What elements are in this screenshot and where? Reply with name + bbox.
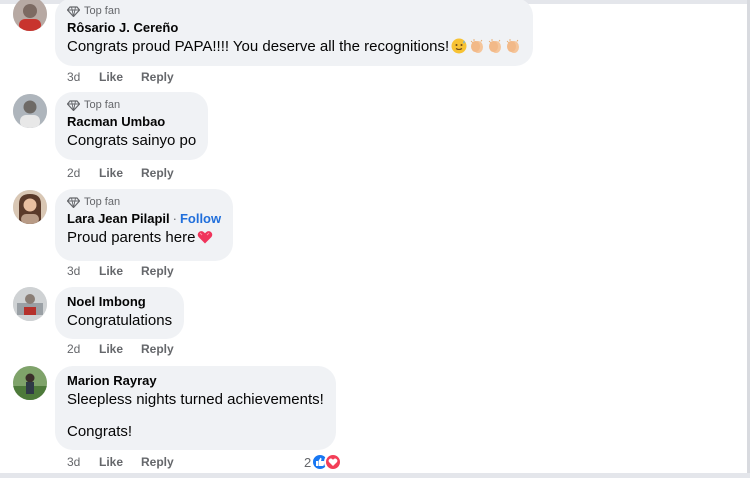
comment-text-line-2: Congrats! [67,423,133,440]
reply-button[interactable]: Reply [141,264,174,278]
heart-emoji-icon [198,231,213,244]
comment-actions: 2d Like Reply [67,342,174,356]
avatar[interactable] [13,287,47,321]
diamond-icon [67,196,80,208]
avatar[interactable] [13,366,47,400]
clapping-hands-emoji-icon [470,39,484,53]
avatar[interactable] [13,0,47,31]
timestamp[interactable]: 3d [67,264,99,278]
like-button[interactable]: Like [99,342,141,356]
badge-label: Top fan [84,99,121,111]
comment-text: Sleepless nights turned achievements! [67,391,324,408]
clapping-hands-emoji-icon [488,39,502,53]
timestamp[interactable]: 3d [67,455,99,469]
top-fan-badge: Top fan [67,4,521,18]
comment-text: Congrats proud PAPA!!!! You deserve all … [67,38,450,55]
comment-bubble: Noel Imbong Congratulations [55,287,185,339]
badge-label: Top fan [84,5,121,17]
top-fan-badge: Top fan [67,195,221,209]
reply-button[interactable]: Reply [141,342,174,356]
like-button[interactable]: Like [99,264,141,278]
separator: · [172,211,177,226]
love-icon [324,453,343,471]
avatar[interactable] [13,190,47,224]
reply-button[interactable]: Reply [141,455,174,469]
badge-label: Top fan [84,196,121,208]
reply-button[interactable]: Reply [141,70,174,84]
comment-actions: 3d Like Reply [67,264,174,278]
comment-bubble: Top fan Racman Umbao Congrats sainyo po [55,92,209,160]
commenter-name[interactable]: Racman Umbao [67,114,165,129]
comment-bubble: Top fan Rôsario J. Cereño Congrats proud… [55,0,534,66]
commenter-name[interactable]: Noel Imbong [67,294,146,309]
timestamp[interactable]: 2d [67,342,99,356]
reaction-count: 2 [304,454,312,470]
timestamp[interactable]: 2d [67,166,99,180]
comment-bubble: Top fan Lara Jean Pilapil · Follow Proud p… [55,189,234,261]
top-fan-badge: Top fan [67,98,196,112]
comment-text: Proud parents here [67,229,196,246]
commenter-name[interactable]: Rôsario J. Cereño [67,20,178,35]
follow-button[interactable]: Follow [180,211,221,226]
like-button[interactable]: Like [99,455,141,469]
avatar[interactable] [13,94,47,128]
bottom-border [0,473,750,478]
reply-button[interactable]: Reply [141,166,174,180]
commenter-name[interactable]: Lara Jean Pilapil [67,211,170,226]
comment-actions: 3d Like Reply [67,70,174,84]
diamond-icon [67,5,80,17]
comment-bubble: Marion Rayray Sleepless nights turned ac… [55,366,336,450]
timestamp[interactable]: 3d [67,70,99,84]
commenter-name[interactable]: Marion Rayray [67,373,157,388]
sweat-smile-emoji-icon [451,38,467,54]
comment-actions: 3d Like Reply [67,455,174,469]
like-button[interactable]: Like [99,166,141,180]
diamond-icon [67,99,80,111]
comment-text: Congratulations [67,312,173,329]
like-button[interactable]: Like [99,70,141,84]
comment-actions: 2d Like Reply [67,166,174,180]
reaction-summary[interactable]: 2 [304,453,343,471]
clapping-hands-emoji-icon [506,39,520,53]
comment-text: Congrats sainyo po [67,132,197,149]
